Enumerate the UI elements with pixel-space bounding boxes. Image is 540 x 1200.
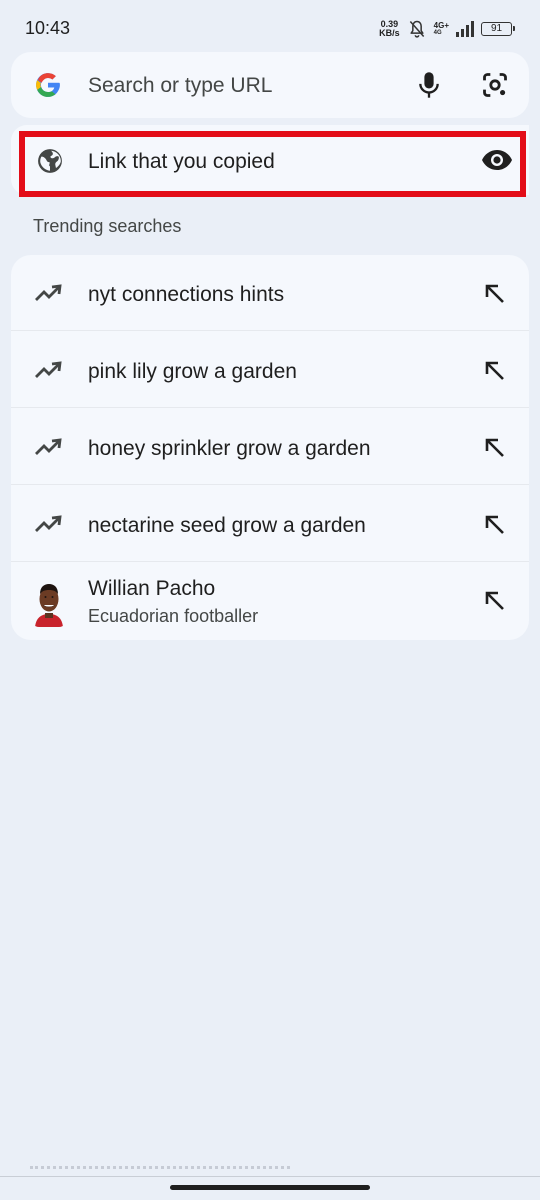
network-type-label: 4G+ bbox=[433, 20, 449, 30]
list-item-label: pink lily grow a garden bbox=[88, 360, 297, 383]
list-item[interactable]: honey sprinkler grow a garden bbox=[11, 409, 529, 485]
trending-up-icon bbox=[35, 361, 62, 378]
trending-up-icon bbox=[35, 438, 62, 455]
lens-icon[interactable] bbox=[481, 71, 509, 99]
entity-title: Willian Pacho bbox=[88, 577, 216, 600]
arrow-up-left-icon[interactable] bbox=[484, 437, 506, 459]
trending-up-icon bbox=[35, 284, 62, 301]
network-type-sub: 4G bbox=[433, 29, 442, 36]
arrow-up-left-icon[interactable] bbox=[484, 283, 506, 305]
bottom-divider bbox=[0, 1176, 540, 1177]
list-item-label: nectarine seed grow a garden bbox=[88, 514, 366, 537]
mic-icon[interactable] bbox=[415, 70, 443, 100]
arrow-up-left-icon[interactable] bbox=[484, 514, 506, 536]
network-speed: 0.39 KB/s bbox=[379, 20, 400, 38]
list-item[interactable]: nyt connections hints bbox=[11, 255, 529, 331]
trending-up-icon bbox=[35, 515, 62, 532]
highlight-box bbox=[19, 131, 526, 197]
status-time: 10:43 bbox=[25, 18, 71, 38]
trending-title: Trending searches bbox=[33, 216, 182, 236]
entity-subtitle: Ecuadorian footballer bbox=[88, 606, 259, 626]
list-item-label: honey sprinkler grow a garden bbox=[88, 437, 371, 460]
google-logo-icon bbox=[36, 73, 60, 97]
list-item[interactable]: nectarine seed grow a garden bbox=[11, 486, 529, 562]
arrow-up-left-icon[interactable] bbox=[484, 360, 506, 382]
network-type: 4G+ 4G bbox=[433, 20, 449, 37]
omnibox[interactable]: Search or type URL bbox=[11, 52, 529, 118]
search-input[interactable]: Search or type URL bbox=[88, 74, 272, 98]
keyboard-hint-strip bbox=[30, 1166, 290, 1171]
gesture-nav-handle[interactable] bbox=[170, 1185, 370, 1190]
avatar bbox=[31, 577, 67, 627]
bell-off-icon bbox=[409, 20, 424, 38]
trending-list: nyt connections hints pink lily grow a g… bbox=[11, 255, 529, 640]
battery-indicator: 91 bbox=[481, 22, 515, 36]
network-speed-unit: KB/s bbox=[379, 28, 400, 38]
arrow-up-left-icon[interactable] bbox=[484, 590, 506, 612]
status-icons: 0.39 KB/s 4G+ 4G 91 bbox=[379, 18, 515, 40]
entity-suggestion[interactable]: Willian Pacho Ecuadorian footballer bbox=[11, 563, 529, 639]
person-photo-icon bbox=[31, 577, 67, 627]
signal-icon bbox=[456, 21, 474, 37]
status-bar: 10:43 0.39 KB/s 4G+ 4G 91 bbox=[0, 0, 540, 52]
list-item-label: nyt connections hints bbox=[88, 283, 285, 306]
list-item[interactable]: pink lily grow a garden bbox=[11, 332, 529, 408]
